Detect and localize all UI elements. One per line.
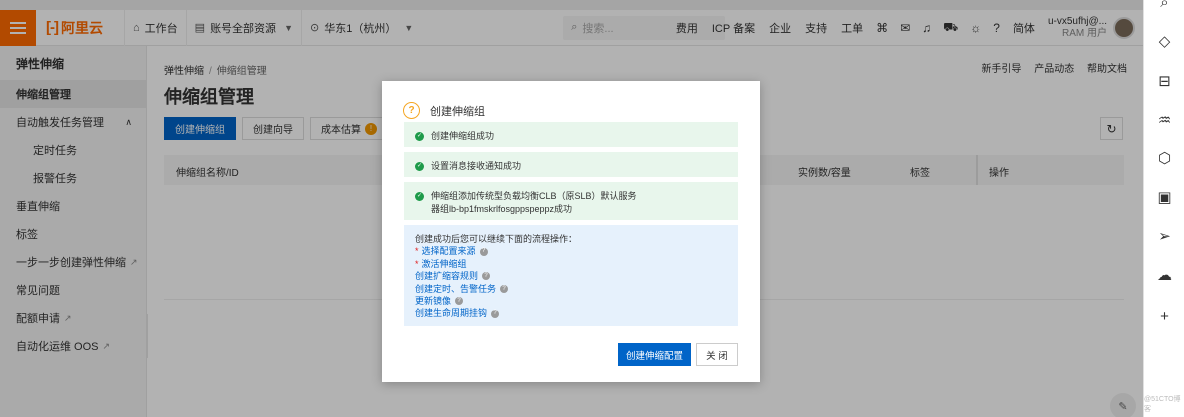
send-icon[interactable]: ➢ — [1144, 227, 1184, 245]
help-icon[interactable]: ? — [500, 284, 509, 293]
success-message: ✓ 设置消息接收通知成功 — [404, 152, 738, 177]
step-link[interactable]: 更新镜像? — [415, 295, 727, 307]
create-scaling-config-button[interactable]: 创建伸缩配置 — [618, 343, 691, 366]
cloud-icon[interactable]: ☁ — [1144, 266, 1184, 284]
help-icon[interactable]: ? — [455, 297, 464, 306]
check-circle-icon: ✓ — [415, 192, 424, 201]
add-icon[interactable]: + — [1144, 308, 1184, 325]
required-mark: * — [415, 258, 419, 269]
question-icon: ? — [403, 102, 420, 119]
step-link[interactable]: 创建定时、告警任务? — [415, 283, 727, 295]
chart-icon[interactable]: ♒ — [1144, 111, 1184, 129]
close-button[interactable]: 关 闭 — [696, 343, 738, 366]
check-circle-icon: ✓ — [415, 162, 424, 171]
help-icon[interactable]: ? — [482, 272, 491, 281]
outlook-icon[interactable]: ▣ — [1144, 188, 1184, 206]
dialog-title: 创建伸缩组 — [430, 105, 485, 118]
check-circle-icon: ✓ — [415, 132, 424, 141]
cube-icon[interactable]: ⬡ — [1144, 149, 1184, 167]
step-link[interactable]: * 选择配置来源? — [415, 245, 727, 257]
toolbox-icon[interactable]: ⊟ — [1144, 72, 1184, 90]
help-icon[interactable]: ? — [491, 309, 500, 318]
required-mark: * — [415, 246, 419, 257]
success-message: ✓ 伸缩组添加传统型负载均衡CLB（原SLB）默认服务器组lb-bp1fmskr… — [404, 182, 738, 220]
step-link[interactable]: * 激活伸缩组 — [415, 258, 727, 270]
success-message: ✓ 创建伸缩组成功 — [404, 122, 738, 147]
next-steps-lead: 创建成功后您可以继续下面的流程操作： — [415, 234, 578, 244]
help-icon[interactable]: ? — [479, 247, 488, 256]
watermark: @51CTO博客 — [1144, 396, 1181, 413]
create-scaling-group-dialog: ? 创建伸缩组 ✓ 创建伸缩组成功 ✓ 设置消息接收通知成功 ✓ 伸缩组添加传统… — [382, 81, 760, 382]
step-link[interactable]: 创建扩缩容规则? — [415, 270, 727, 282]
next-steps-panel: 创建成功后您可以继续下面的流程操作： * 选择配置来源? * 激活伸缩组 创建扩缩容… — [404, 225, 738, 326]
right-toolbar: ⌕ ◇ ⊟ ♒ ⬡ ▣ ➢ ☁ + @51CTO博客 — [1143, 0, 1184, 417]
search-icon[interactable]: ⌕ — [1144, 0, 1184, 11]
tag-icon[interactable]: ◇ — [1144, 32, 1184, 50]
dialog-header: ? 创建伸缩组 — [403, 102, 485, 119]
step-link[interactable]: 创建生命周期挂钩? — [415, 307, 727, 319]
